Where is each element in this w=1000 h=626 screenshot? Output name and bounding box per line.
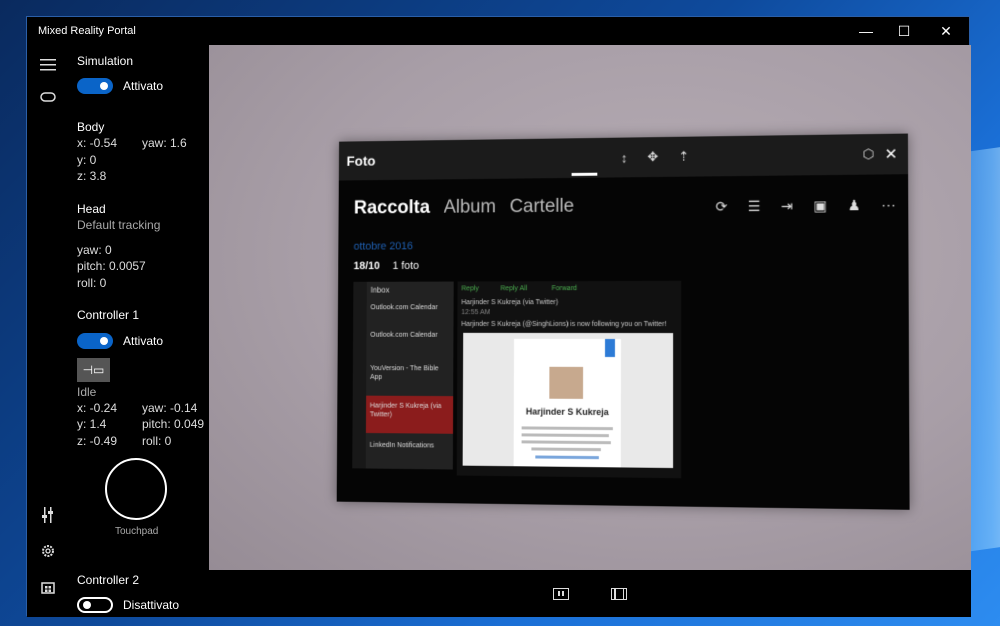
- photos-count-label: 1 foto: [392, 260, 420, 272]
- card-link-line: [535, 455, 599, 460]
- tab-album[interactable]: Album: [443, 197, 495, 219]
- photos-count: 18/10 1 foto: [353, 260, 419, 272]
- resize-icon[interactable]: ⇡: [668, 149, 699, 165]
- head-heading: Head: [77, 202, 106, 216]
- card-text-line: [521, 426, 613, 431]
- account-icon[interactable]: ♟: [848, 197, 861, 214]
- touchpad[interactable]: [105, 458, 167, 520]
- card-text-line: [521, 440, 611, 445]
- body-x: x: -0.54: [77, 136, 118, 150]
- controller2-toggle-label: Disattivato: [123, 598, 180, 612]
- mail-action-reply-all: Reply All: [500, 285, 528, 293]
- controller2-heading: Controller 2: [77, 573, 140, 587]
- simulation-toggle[interactable]: [77, 78, 113, 94]
- title-bar: Mixed Reality Portal — ☐ ✕: [27, 17, 969, 45]
- photos-day: 18/10: [353, 260, 380, 273]
- body-yaw: yaw: 1.6: [142, 136, 187, 150]
- gamepad-icon[interactable]: [38, 87, 58, 107]
- tab-cartelle[interactable]: Cartelle: [510, 196, 574, 218]
- card-name: Harjinder S Kukreja: [525, 406, 609, 418]
- mail-action-forward: Forward: [551, 285, 577, 293]
- photos-date: ottobre 2016: [353, 240, 414, 253]
- head-pitch: pitch: 0.0057: [77, 259, 146, 273]
- import-icon[interactable]: ⇥: [781, 198, 793, 215]
- card-body: Harjinder S Kukreja: [513, 338, 621, 468]
- mail-rail: [352, 281, 367, 469]
- store-icon[interactable]: [38, 577, 58, 597]
- controller1-x: x: -0.24: [77, 401, 118, 415]
- body-y: y: 0: [77, 153, 97, 167]
- photos-tabs: Raccolta Album Cartelle: [354, 196, 574, 220]
- controller1-toggle-label: Attivato: [123, 334, 164, 348]
- controller1-roll: roll: 0: [142, 434, 172, 448]
- mail-item: LinkedIn Notifications: [369, 441, 435, 450]
- tab-raccolta[interactable]: Raccolta: [354, 197, 430, 219]
- simulation-heading: Simulation: [77, 54, 134, 68]
- simulation-toggle-label: Attivato: [123, 79, 164, 93]
- mail-item: Outlook.com Calendar: [370, 331, 438, 339]
- head-yaw: yaw: 0: [77, 243, 112, 257]
- mixed-reality-portal-window: Mixed Reality Portal — ☐ ✕ Simulation At…: [26, 16, 971, 617]
- photos-toolbar: ⟳ ☰ ⇥ ▣ ♟ ⋯: [716, 197, 896, 216]
- profile-photo: [549, 366, 584, 399]
- pin-icon: ⊣▭: [82, 363, 105, 377]
- touchpad-label: Touchpad: [115, 526, 159, 537]
- controller1-heading: Controller 1: [77, 308, 140, 322]
- pause-icon[interactable]: [553, 587, 569, 600]
- mail-subject: Harjinder S Kukreja (@SinghLions) is now…: [461, 321, 667, 329]
- select-icon[interactable]: ☰: [748, 198, 761, 215]
- bookmark-icon: [604, 338, 615, 358]
- share-icon[interactable]: ⬡: [852, 146, 884, 163]
- photo-thumbnail-mail-list[interactable]: Inbox Outlook.com Calendar Outlook.com C…: [352, 281, 454, 470]
- card-text-line: [531, 447, 601, 452]
- split-view-icon[interactable]: [611, 587, 627, 600]
- tools-icon[interactable]: [38, 505, 58, 525]
- controller1-state: Idle: [77, 385, 97, 399]
- photos-close-icon[interactable]: ✕: [885, 145, 909, 163]
- body-heading: Body: [77, 120, 105, 134]
- slideshow-icon[interactable]: ▣: [813, 197, 827, 214]
- mail-action-reply: Reply: [461, 285, 479, 293]
- controller1-toggle[interactable]: [77, 333, 113, 349]
- nav-rail: [27, 45, 69, 617]
- head-roll: roll: 0: [77, 276, 107, 290]
- mail-item: Outlook.com Calendar: [370, 304, 438, 312]
- more-icon[interactable]: ⋯: [881, 197, 896, 214]
- hamburger-icon[interactable]: [38, 55, 58, 75]
- mail-inbox: Inbox: [370, 285, 390, 295]
- photos-title: Foto: [346, 152, 376, 169]
- simulation-panel: Simulation Attivato Body x: -0.54 yaw: 1…: [69, 45, 209, 617]
- twitter-card: Harjinder S Kukreja: [462, 332, 674, 469]
- head-tracking: Default tracking: [77, 218, 161, 232]
- mail-time: 12:55 AM: [461, 309, 491, 317]
- close-button[interactable]: ✕: [923, 17, 969, 45]
- gear-icon[interactable]: [38, 541, 58, 561]
- controller1-pitch: pitch: 0.049: [142, 417, 205, 431]
- controller1-y: y: 1.4: [77, 417, 107, 431]
- mail-sender: Harjinder S Kukreja (via Twitter): [461, 299, 559, 307]
- controller1-yaw: yaw: -0.14: [142, 401, 198, 415]
- bottom-toolbar: [209, 570, 971, 617]
- photos-title-bar: Foto ↕ ✥ ⇡ ⬡ ✕: [338, 133, 909, 181]
- mixed-reality-viewport[interactable]: Foto ↕ ✥ ⇡ ⬡ ✕ Raccolta Album Cartelle ⟳…: [209, 45, 971, 570]
- body-z: z: 3.8: [77, 169, 107, 183]
- refresh-icon[interactable]: ⟳: [716, 198, 728, 215]
- mail-item: YouVersion - The Bible App: [370, 365, 439, 381]
- active-indicator: [571, 172, 598, 176]
- maximize-button[interactable]: ☐: [885, 17, 923, 45]
- card-text-line: [521, 433, 609, 438]
- move-icon[interactable]: ↕: [611, 150, 637, 165]
- minimize-button[interactable]: —: [847, 17, 885, 45]
- rotate-icon[interactable]: ✥: [637, 149, 668, 165]
- pin-button[interactable]: ⊣▭: [77, 358, 110, 382]
- controller2-toggle[interactable]: [77, 597, 113, 613]
- mail-item: Harjinder S Kukreja (via Twitter): [369, 402, 442, 419]
- window-title: Mixed Reality Portal: [38, 25, 136, 37]
- controller1-z: z: -0.49: [77, 434, 118, 448]
- photos-app-window[interactable]: Foto ↕ ✥ ⇡ ⬡ ✕ Raccolta Album Cartelle ⟳…: [336, 133, 910, 510]
